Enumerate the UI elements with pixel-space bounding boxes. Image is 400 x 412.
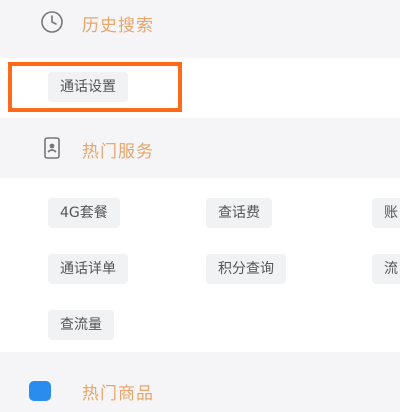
history-panel: 通话设置 [0,58,400,118]
clock-icon [40,10,64,34]
hot-services-panel: 4G套餐 查话费 账 通话详单 积分查询 流 查流量 [0,178,400,352]
service-chip-points-query[interactable]: 积分查询 [206,254,286,284]
history-title: 历史搜索 [82,16,154,36]
hot-products-section-header: 热门商品 [0,368,400,412]
service-chip-call-details[interactable]: 通话详单 [48,254,128,284]
hot-products-title: 热门商品 [82,384,154,404]
shopping-bag-icon [28,378,52,402]
history-section-header: 历史搜索 [0,0,400,44]
hot-services-section-header: 热门服务 [0,126,400,170]
service-chip-check-data[interactable]: 查流量 [48,310,114,340]
service-chip-data[interactable]: 流 [372,254,400,284]
service-chip-check-bill[interactable]: 查话费 [206,198,272,228]
phone-card-icon [40,136,64,160]
service-chip-4g-plan[interactable]: 4G套餐 [48,198,120,228]
hot-services-title: 热门服务 [82,142,154,162]
service-chip-account[interactable]: 账 [372,198,400,228]
history-chip-call-settings[interactable]: 通话设置 [48,72,128,102]
